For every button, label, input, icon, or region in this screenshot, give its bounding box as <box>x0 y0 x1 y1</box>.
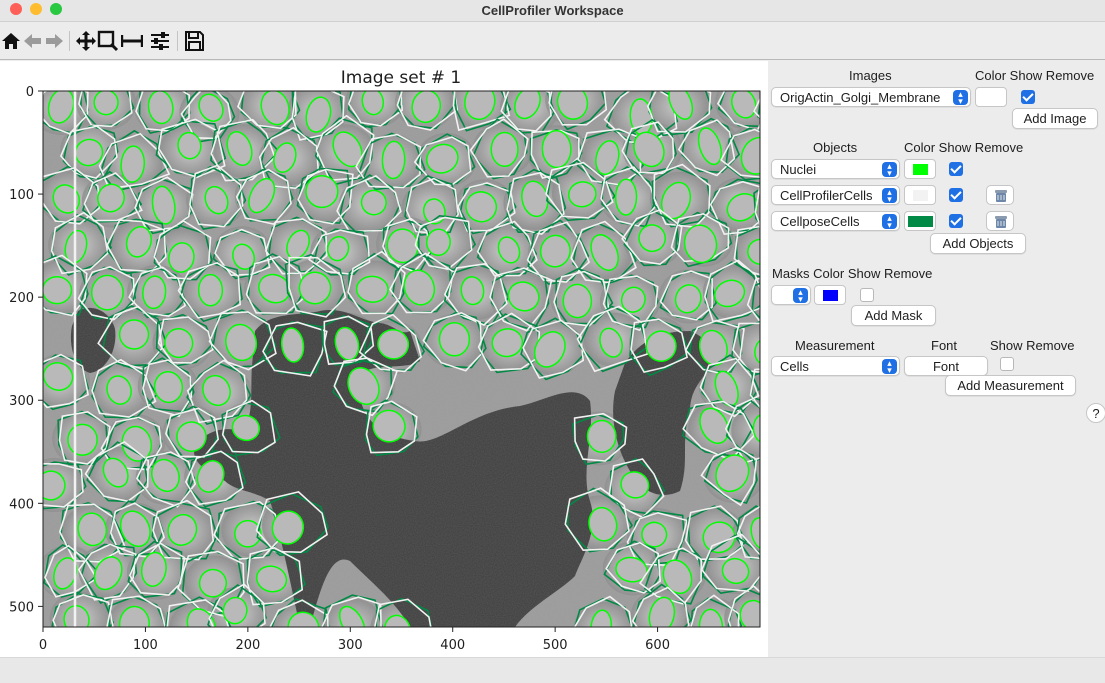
cellprofilercells-show-checkbox[interactable] <box>949 188 963 202</box>
y-tick-label: 500 <box>9 600 34 615</box>
nuclei-color-swatch <box>913 164 928 175</box>
show-remove-header: Show Remove <box>990 338 1075 353</box>
measurement-select-value: Cells <box>780 359 809 374</box>
add-measurement-button[interactable]: Add Measurement <box>945 375 1076 396</box>
image-color-button[interactable] <box>975 87 1007 107</box>
font-button[interactable]: Font <box>904 356 988 376</box>
measurement-header: Measurement <box>795 338 875 353</box>
select-arrows-icon: ▴ ▾ <box>953 90 968 106</box>
y-tick-label: 400 <box>9 497 34 512</box>
cellposecells-color-swatch <box>908 216 933 227</box>
nucleus-outline <box>197 273 224 307</box>
cellprofilercells-remove-button[interactable] <box>986 185 1014 205</box>
pan-icon[interactable] <box>75 30 97 52</box>
objects-column-headers: Color Show Remove <box>904 140 1024 155</box>
measurement-show-checkbox[interactable] <box>1000 357 1014 371</box>
nucleus-outline <box>614 178 638 216</box>
nucleus-outline <box>541 129 572 169</box>
x-tick-label: 500 <box>543 638 568 653</box>
nucleus-outline <box>90 274 124 311</box>
mask-select[interactable]: ▴ ▾ <box>771 285 811 305</box>
trash-icon <box>995 190 1007 202</box>
select-arrows-icon: ▴ ▾ <box>882 162 897 178</box>
zoom-icon[interactable] <box>97 30 119 52</box>
object-select-value: CellProfilerCells <box>780 188 873 203</box>
mask-color-button[interactable] <box>814 285 846 305</box>
x-tick-label: 300 <box>338 638 363 653</box>
back-arrow-icon[interactable] <box>22 30 44 52</box>
objects-header: Objects <box>813 140 858 155</box>
image-select-value: OrigActin_Golgi_Membrane <box>780 90 941 105</box>
cellposecells-show-checkbox[interactable] <box>949 214 963 228</box>
select-arrows-icon: ▴ ▾ <box>882 359 897 375</box>
nucleus-outline <box>43 275 73 305</box>
nucleus-outline <box>381 140 406 180</box>
cellposecells-remove-button[interactable] <box>986 211 1014 231</box>
nucleus-outline <box>739 599 760 627</box>
trash-icon <box>995 216 1007 228</box>
mask-color-swatch <box>823 290 838 301</box>
toolbar <box>0 22 1105 60</box>
images-column-headers: Color Show Remove <box>975 68 1095 83</box>
image-color-swatch <box>984 92 999 103</box>
x-tick-label: 400 <box>440 638 465 653</box>
y-tick-label: 300 <box>9 394 34 409</box>
measurement-select[interactable]: Cells ▴ ▾ <box>771 356 900 376</box>
nuclei-color-button[interactable] <box>904 159 936 179</box>
cellprofilercells-color-button[interactable] <box>904 185 936 205</box>
figure-canvas[interactable]: Image set # 1 0 100 200 300 400 500 600 0 100 200… <box>0 61 768 657</box>
image-show-checkbox[interactable] <box>1021 90 1035 104</box>
configure-icon[interactable] <box>149 30 171 52</box>
x-tick-label: 600 <box>645 638 670 653</box>
home-icon[interactable] <box>0 30 22 52</box>
cellprofilercells-color-swatch <box>913 190 928 201</box>
toolbar-separator <box>69 31 70 51</box>
select-arrows-icon: ▴ ▾ <box>793 288 808 304</box>
toolbar-separator <box>177 31 178 51</box>
nucleus-outline <box>438 321 471 357</box>
object-select-value: Nuclei <box>780 162 817 177</box>
add-objects-button[interactable]: Add Objects <box>930 233 1026 254</box>
y-tick-label: 0 <box>26 85 34 100</box>
images-header: Images <box>849 68 892 83</box>
object-select-nuclei[interactable]: Nuclei ▴ ▾ <box>771 159 900 179</box>
object-select-cellprofilercells[interactable]: CellProfilerCells ▴ ▾ <box>771 185 900 205</box>
masks-header: Masks Color Show Remove <box>772 266 933 281</box>
y-tick-label: 100 <box>9 188 34 203</box>
x-tick-label: 200 <box>235 638 260 653</box>
nucleus-outline <box>67 423 98 456</box>
font-header: Font <box>931 338 958 353</box>
nucleus-outline <box>93 91 119 116</box>
help-button[interactable]: ? <box>1086 403 1105 423</box>
plot-title: Image set # 1 <box>341 68 462 88</box>
nuclei-show-checkbox[interactable] <box>949 162 963 176</box>
nucleus-outline <box>490 131 519 168</box>
y-tick-label: 200 <box>9 291 34 306</box>
microscopy-image <box>43 91 768 627</box>
x-tick-label: 100 <box>133 638 158 653</box>
nucleus-outline <box>586 419 617 454</box>
nucleus-outline <box>562 283 593 319</box>
subplot-width-icon[interactable] <box>121 30 143 52</box>
status-bar <box>0 657 1105 683</box>
add-image-button[interactable]: Add Image <box>1012 108 1098 129</box>
mask-show-checkbox[interactable] <box>860 288 874 302</box>
forward-arrow-icon[interactable] <box>43 30 65 52</box>
window-title: CellProfiler Workspace <box>481 3 624 18</box>
display-panel: Images Color Show Remove OrigActin_Golgi… <box>768 61 1105 657</box>
cell-body <box>761 542 768 596</box>
select-arrows-icon: ▴ ▾ <box>882 188 897 204</box>
cellposecells-color-button[interactable] <box>904 211 936 231</box>
add-mask-button[interactable]: Add Mask <box>851 305 936 326</box>
x-tick-label: 0 <box>39 638 47 653</box>
image-select[interactable]: OrigActin_Golgi_Membrane ▴ ▾ <box>771 87 971 107</box>
select-arrows-icon: ▴ ▾ <box>882 214 897 230</box>
object-select-cellposecells[interactable]: CellposeCells ▴ ▾ <box>771 211 900 231</box>
nucleus-outline <box>355 275 389 303</box>
object-select-value: CellposeCells <box>780 214 860 229</box>
title-bar: CellProfiler Workspace <box>0 0 1105 22</box>
save-icon[interactable] <box>183 30 205 52</box>
